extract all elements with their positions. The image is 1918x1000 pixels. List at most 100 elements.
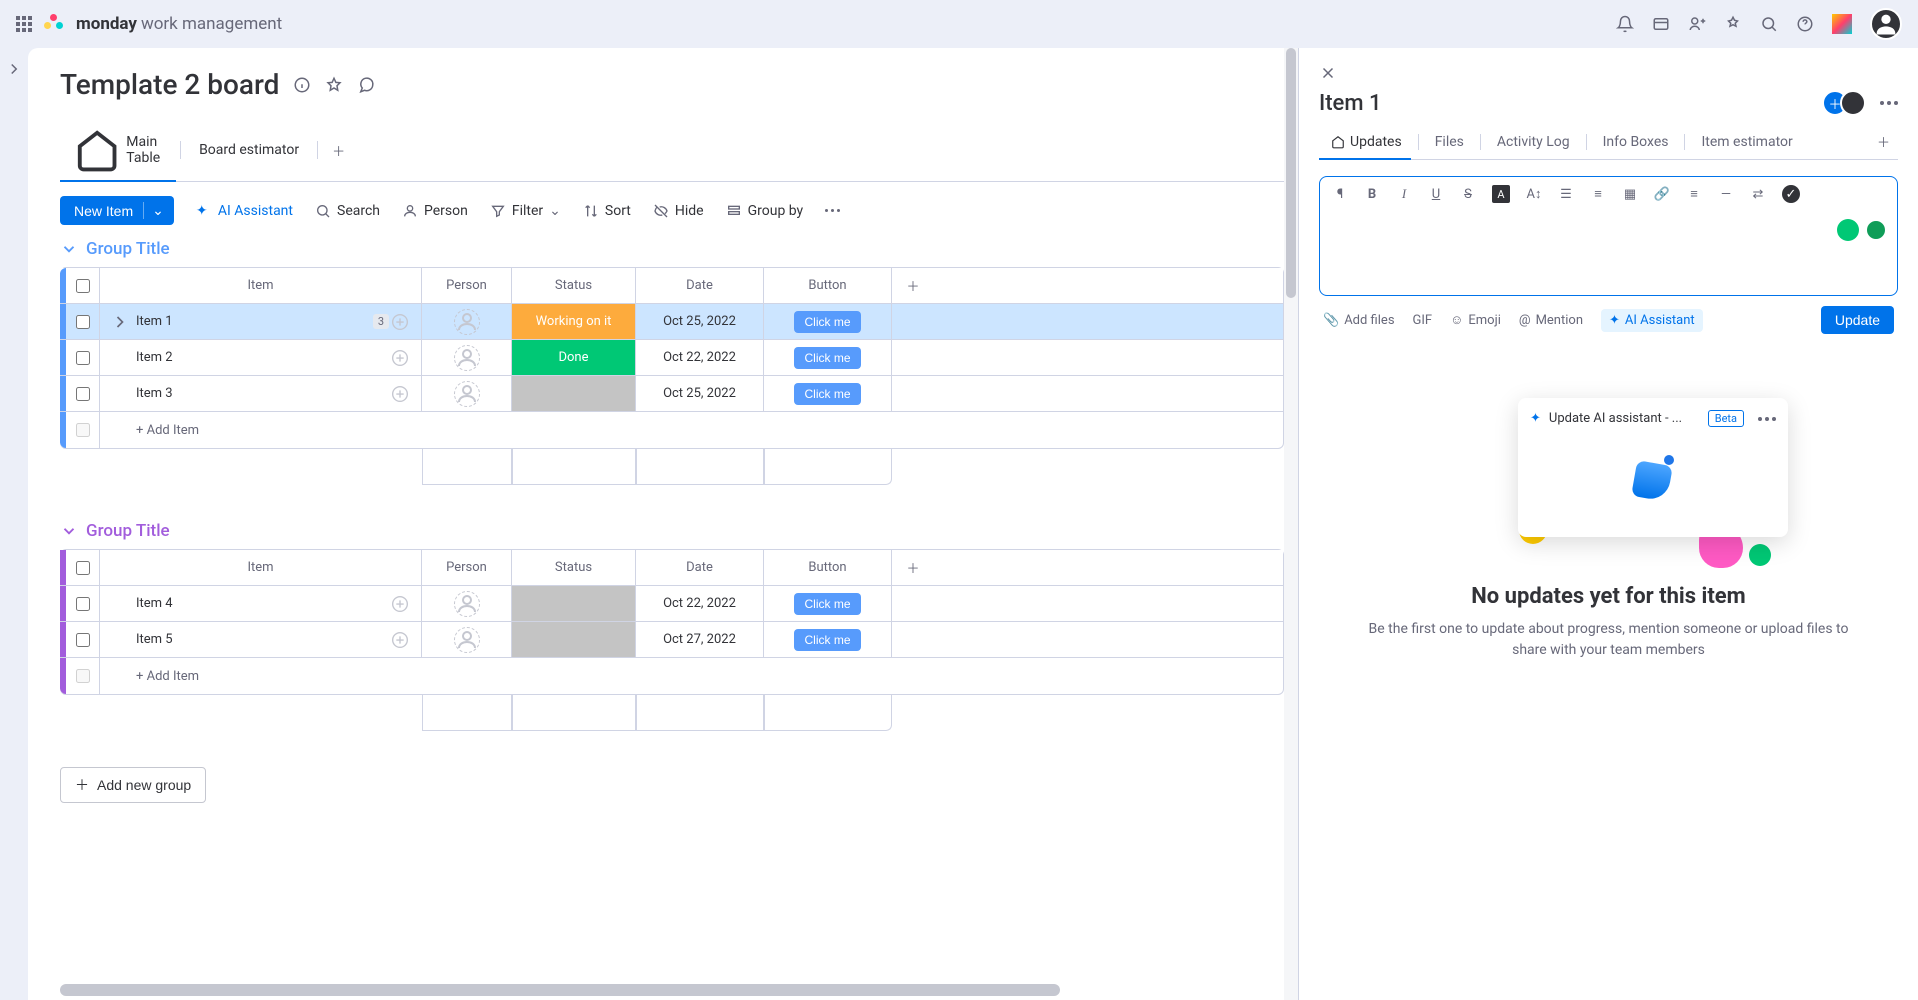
column-item-header[interactable]: Item [100, 550, 422, 585]
select-all-checkbox[interactable] [76, 279, 90, 293]
add-column-icon[interactable]: ＋ [892, 268, 934, 303]
panel-item-title[interactable]: Item 1 [1319, 91, 1381, 116]
row-checkbox[interactable] [76, 597, 90, 611]
date-cell[interactable]: Oct 25, 2022 [636, 304, 764, 339]
font-size-icon[interactable]: A↕ [1526, 186, 1542, 202]
click-me-button[interactable]: Click me [794, 593, 860, 615]
click-me-button[interactable]: Click me [794, 629, 860, 651]
chevron-down-icon[interactable]: ⌄ [143, 202, 164, 219]
grammarly-icon[interactable] [1837, 219, 1859, 241]
item-name[interactable]: Item 5 [136, 632, 389, 647]
panel-tab-info[interactable]: Info Boxes [1591, 126, 1681, 158]
align-icon[interactable]: ≡ [1686, 186, 1702, 202]
inbox-icon[interactable] [1652, 15, 1670, 33]
open-updates-icon[interactable] [389, 629, 411, 651]
mention-button[interactable]: @Mention [1519, 313, 1583, 328]
assign-person-icon[interactable] [454, 309, 480, 335]
add-panel-tab-icon[interactable]: ＋ [1869, 124, 1898, 159]
table-row[interactable]: Item 1 3 Working on it Oct 25, 2022 Clic… [60, 304, 1283, 340]
assign-person-icon[interactable] [454, 627, 480, 653]
click-me-button[interactable]: Click me [794, 347, 860, 369]
panel-tab-activity[interactable]: Activity Log [1485, 126, 1582, 158]
item-name[interactable]: Item 3 [136, 386, 389, 401]
ai-popup-more-icon[interactable] [1758, 417, 1776, 421]
table-icon[interactable]: ▦ [1622, 186, 1638, 202]
tab-main-table[interactable]: Main Table [60, 119, 176, 181]
column-person-header[interactable]: Person [422, 268, 512, 303]
ai-assistant-editor-button[interactable]: ✦AI Assistant [1601, 309, 1703, 332]
quote-icon[interactable]: ⇄ [1750, 186, 1766, 202]
notifications-icon[interactable] [1616, 15, 1634, 33]
more-options-icon[interactable] [825, 209, 840, 212]
apps-icon[interactable] [1724, 15, 1742, 33]
status-cell[interactable]: Working on it [512, 304, 636, 339]
row-checkbox[interactable] [76, 633, 90, 647]
paragraph-icon[interactable]: ¶ [1332, 186, 1348, 202]
person-filter-button[interactable]: Person [402, 203, 468, 219]
group-title[interactable]: Group Title [86, 239, 170, 259]
search-icon[interactable] [1760, 15, 1778, 33]
apps-menu-icon[interactable] [16, 16, 32, 32]
column-status-header[interactable]: Status [512, 550, 636, 585]
expand-subitems-icon[interactable] [110, 312, 130, 332]
members-avatars[interactable]: ＋ [1830, 90, 1866, 116]
column-button-header[interactable]: Button [764, 268, 892, 303]
assign-person-icon[interactable] [454, 345, 480, 371]
bullet-list-icon[interactable]: ≡ [1590, 186, 1606, 202]
panel-more-icon[interactable] [1880, 101, 1898, 105]
update-button[interactable]: Update [1821, 306, 1894, 334]
item-name[interactable]: Item 4 [136, 596, 389, 611]
column-item-header[interactable]: Item [100, 268, 422, 303]
help-icon[interactable] [1796, 15, 1814, 33]
open-updates-icon[interactable] [389, 383, 411, 405]
click-me-button[interactable]: Click me [794, 383, 860, 405]
new-item-button[interactable]: New Item ⌄ [60, 196, 174, 225]
row-checkbox[interactable] [76, 351, 90, 365]
group-title[interactable]: Group Title [86, 521, 170, 541]
gif-button[interactable]: GIF [1413, 313, 1433, 328]
open-updates-icon[interactable] [389, 347, 411, 369]
status-cell[interactable] [512, 586, 636, 621]
panel-tab-estimator[interactable]: Item estimator [1689, 126, 1804, 158]
date-cell[interactable]: Oct 22, 2022 [636, 586, 764, 621]
item-name[interactable]: Item 1 [136, 314, 367, 329]
user-avatar[interactable] [1870, 8, 1902, 40]
column-date-header[interactable]: Date [636, 550, 764, 585]
row-checkbox[interactable] [76, 387, 90, 401]
table-row[interactable]: Item 4 Oct 22, 2022 Click me [60, 586, 1283, 622]
column-status-header[interactable]: Status [512, 268, 636, 303]
add-column-icon[interactable]: ＋ [892, 550, 934, 585]
link-icon[interactable]: 🔗 [1654, 186, 1670, 202]
expand-sidebar-icon[interactable] [5, 60, 23, 78]
sort-button[interactable]: Sort [583, 203, 631, 219]
assign-person-icon[interactable] [454, 591, 480, 617]
hide-button[interactable]: Hide [653, 203, 704, 219]
close-panel-icon[interactable] [1319, 64, 1337, 82]
hr-icon[interactable]: — [1718, 186, 1734, 202]
search-button[interactable]: Search [315, 203, 380, 219]
add-files-button[interactable]: 📎Add files [1323, 313, 1395, 328]
strike-icon[interactable]: S [1460, 186, 1476, 202]
chat-icon[interactable] [357, 76, 375, 94]
update-editor[interactable]: ¶ B I U S A A↕ ☰ ≡ ▦ 🔗 ≡ — ⇄ ✓ [1319, 176, 1898, 296]
add-view-icon[interactable]: ＋ [322, 133, 355, 168]
checklist-icon[interactable]: ✓ [1782, 185, 1800, 203]
invite-icon[interactable] [1688, 15, 1706, 33]
add-group-button[interactable]: ＋ Add new group [60, 767, 206, 803]
date-cell[interactable]: Oct 25, 2022 [636, 376, 764, 411]
open-updates-icon[interactable] [389, 311, 411, 333]
select-all-checkbox[interactable] [76, 561, 90, 575]
bold-icon[interactable]: B [1364, 186, 1380, 202]
group-by-button[interactable]: Group by [726, 203, 804, 219]
column-button-header[interactable]: Button [764, 550, 892, 585]
underline-icon[interactable]: U [1428, 186, 1444, 202]
column-date-header[interactable]: Date [636, 268, 764, 303]
status-cell[interactable]: Done [512, 340, 636, 375]
date-cell[interactable]: Oct 27, 2022 [636, 622, 764, 657]
filter-button[interactable]: Filter⌄ [490, 203, 561, 219]
panel-tab-updates[interactable]: Updates [1319, 126, 1414, 158]
item-name[interactable]: Item 2 [136, 350, 389, 365]
board-title[interactable]: Template 2 board [60, 68, 279, 101]
ai-assistant-button[interactable]: ✦AI Assistant [196, 203, 293, 219]
click-me-button[interactable]: Click me [794, 311, 860, 333]
